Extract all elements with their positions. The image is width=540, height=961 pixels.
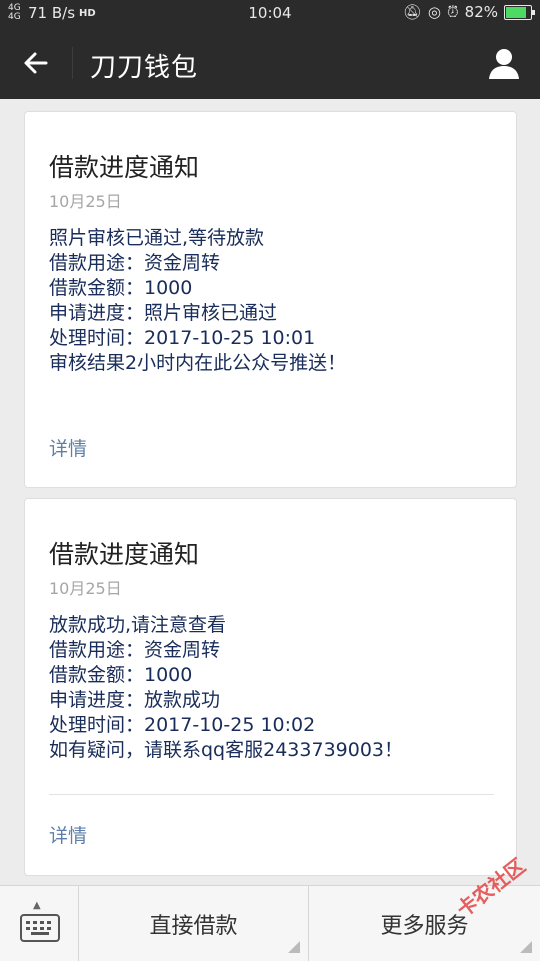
card-date: 10月25日 xyxy=(49,579,122,598)
card-line: 处理时间：2017-10-25 10:01 xyxy=(49,327,316,349)
card-line: 审核结果2小时内在此公众号推送！ xyxy=(49,352,347,374)
menu-more-services[interactable]: 更多服务 xyxy=(309,886,540,961)
keyboard-toggle-button[interactable]: ▲ xyxy=(0,886,79,961)
card-line: 借款用途：资金周转 xyxy=(49,252,221,274)
menu-direct-loan[interactable]: 直接借款 xyxy=(79,886,309,961)
card-date: 10月25日 xyxy=(49,192,122,211)
clock: 10:04 xyxy=(248,4,292,22)
card-heading: 借款进度通知 xyxy=(49,540,200,569)
page-title: 刀刀钱包 xyxy=(90,53,199,83)
mute-icon: 🔕︎ xyxy=(402,3,422,21)
submenu-corner-icon xyxy=(520,941,532,953)
card-line: 放款成功,请注意查看 xyxy=(49,614,227,636)
alarm-icon: ⏰︎ xyxy=(446,3,459,21)
card-line: 借款用途：资金周转 xyxy=(49,639,221,661)
card-line: 处理时间：2017-10-25 10:02 xyxy=(49,714,316,736)
notification-card: 借款进度通知 10月25日 照片审核已通过,等待放款 借款用途：资金周转 借款金… xyxy=(24,111,517,488)
lock-icon: ◎ xyxy=(427,3,441,21)
detail-link[interactable]: 详情 xyxy=(49,821,87,848)
card-line: 照片审核已通过,等待放款 xyxy=(49,227,265,249)
battery-percent: 82% xyxy=(464,3,498,21)
menu-label: 更多服务 xyxy=(380,913,469,939)
menu-label: 直接借款 xyxy=(149,913,238,939)
appbar-divider xyxy=(72,47,73,79)
user-icon[interactable] xyxy=(486,45,522,81)
app-bar: 刀刀钱包 xyxy=(0,27,540,99)
status-bar: 4G 4G 71 B/s HD 10:04 🔕︎ ◎ ⏰︎ 82% xyxy=(0,0,540,27)
card-heading: 借款进度通知 xyxy=(49,153,200,182)
keyboard-icon xyxy=(20,914,60,942)
card-line: 借款金额：1000 xyxy=(49,277,193,299)
detail-link[interactable]: 详情 xyxy=(49,434,87,461)
submenu-corner-icon xyxy=(288,941,300,953)
card-line: 如有疑问，请联系qq客服2433739003！ xyxy=(49,739,404,761)
chevron-up-icon: ▲ xyxy=(33,900,41,911)
back-arrow-icon[interactable] xyxy=(18,45,54,81)
card-divider xyxy=(49,794,494,795)
card-body: 照片审核已通过,等待放款 借款用途：资金周转 借款金额：1000 申请进度：照片… xyxy=(49,226,346,376)
card-line: 申请进度：照片审核已通过 xyxy=(49,302,278,324)
battery-icon xyxy=(504,4,535,20)
card-body: 放款成功,请注意查看 借款用途：资金周转 借款金额：1000 申请进度：放款成功… xyxy=(49,613,403,763)
card-line: 借款金额：1000 xyxy=(49,664,193,686)
notification-card: 借款进度通知 10月25日 放款成功,请注意查看 借款用途：资金周转 借款金额：… xyxy=(24,498,517,876)
card-line: 申请进度：放款成功 xyxy=(49,689,221,711)
